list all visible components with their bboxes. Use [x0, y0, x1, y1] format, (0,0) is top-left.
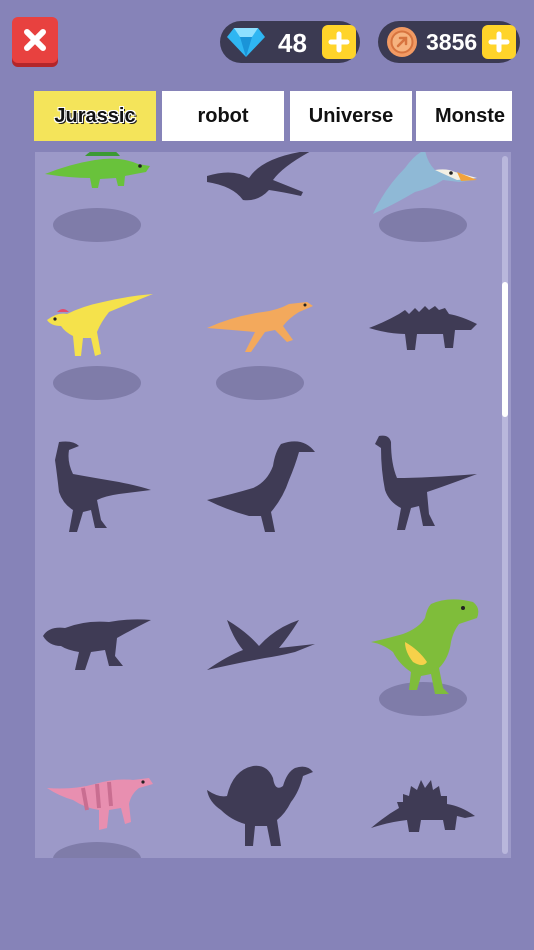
coin-counter: 3856: [378, 21, 520, 63]
carnotaurus-silhouette[interactable]: [39, 616, 155, 672]
gem-counter: 48: [220, 21, 360, 63]
ornithomimus-silhouette[interactable]: [365, 434, 481, 536]
category-tabs: Jurassic robot Universe Monste: [34, 91, 512, 141]
stegosaur-silhouette[interactable]: [365, 772, 481, 834]
plus-icon: [328, 31, 350, 53]
theropod-silhouette[interactable]: [39, 438, 159, 534]
gem-count: 48: [278, 28, 307, 58]
pedestal-shadow: [53, 366, 141, 400]
pterosaur-2-silhouette[interactable]: [203, 616, 319, 674]
trex-green-dino[interactable]: [369, 594, 481, 700]
pterosaur-silhouette[interactable]: [203, 152, 315, 206]
scrollbar-track[interactable]: [502, 156, 508, 854]
scrollbar-thumb[interactable]: [502, 282, 508, 417]
spinosaurus-silhouette[interactable]: [203, 762, 319, 850]
close-button[interactable]: [12, 17, 58, 63]
tab-robot[interactable]: robot: [162, 91, 284, 141]
tab-monster[interactable]: Monste: [416, 91, 512, 141]
raptor-orange-dino[interactable]: [203, 296, 315, 358]
plus-icon: [488, 31, 510, 53]
collection-grid[interactable]: [35, 152, 511, 858]
coin-count: 3856: [426, 29, 478, 55]
dilophosaur-yellow-dino[interactable]: [43, 292, 155, 364]
add-coins-button[interactable]: [482, 25, 516, 59]
spinosaur-green-dino[interactable]: [40, 152, 160, 196]
ankylosaur-silhouette[interactable]: [365, 302, 481, 352]
pedestal-shadow: [53, 842, 141, 858]
pedestal-shadow: [216, 366, 304, 400]
tab-jurassic[interactable]: Jurassic: [34, 91, 156, 141]
close-icon: [24, 29, 46, 51]
add-gems-button[interactable]: [322, 25, 356, 59]
pteranodon-blue-dino[interactable]: [365, 152, 481, 220]
diamond-icon: [227, 28, 265, 57]
iguanodon-pink-dino[interactable]: [43, 770, 155, 834]
coin-icon: [387, 27, 417, 57]
tab-universe[interactable]: Universe: [290, 91, 412, 141]
parasaurolophus-silhouette[interactable]: [203, 436, 319, 536]
pedestal-shadow: [53, 208, 141, 242]
